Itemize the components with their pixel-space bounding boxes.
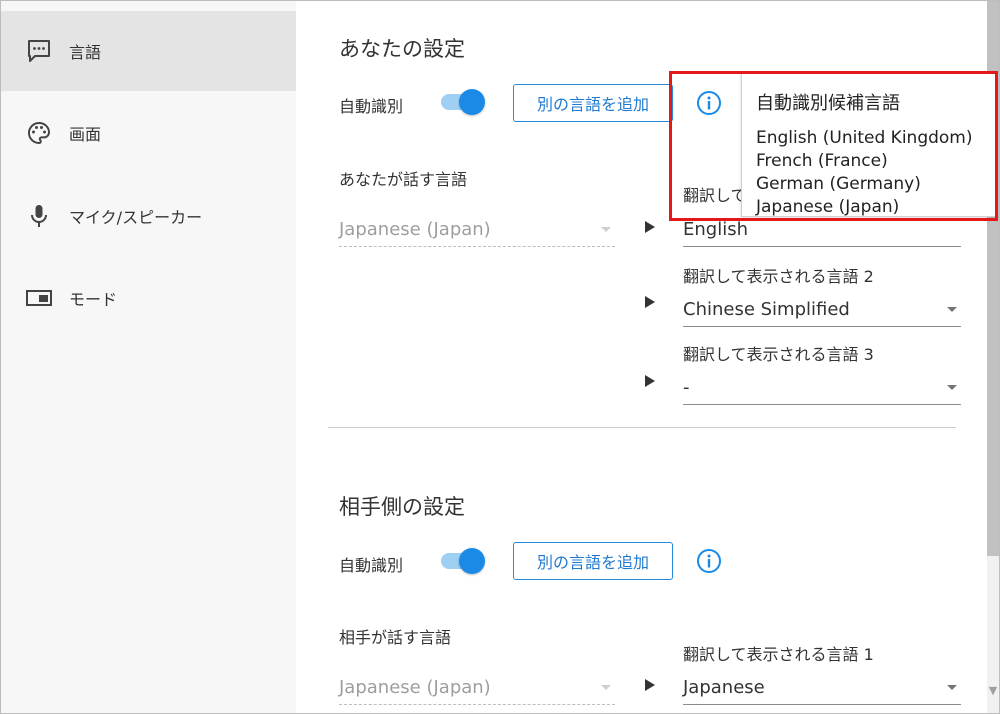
- sidebar-item-label: モード: [69, 290, 118, 309]
- arrow-right-icon: [645, 679, 655, 691]
- speak-language-label: あなたが話す言語: [339, 170, 468, 189]
- sidebar-item-language[interactable]: 言語: [1, 11, 296, 91]
- translation-language-1-label: 翻訳して: [683, 186, 747, 205]
- arrow-right-icon: [645, 296, 655, 308]
- section-divider: [328, 427, 956, 428]
- speak-language-select[interactable]: Japanese (Japan): [339, 213, 615, 247]
- chevron-down-icon: [601, 685, 611, 690]
- toggle-knob: [459, 548, 485, 574]
- arrow-right-icon: [645, 221, 655, 233]
- select-value: Japanese (Japan): [339, 677, 491, 698]
- chevron-down-icon: [947, 685, 957, 690]
- translation-language-3-select[interactable]: -: [683, 371, 961, 405]
- auto-detect-toggle[interactable]: [435, 87, 485, 117]
- app-window: 言語 画面 マイク/スピーカー モード あなたの設定 自動識別 別の言語を追加 …: [0, 0, 1000, 714]
- select-value: -: [683, 377, 690, 398]
- tooltip-language-item: Japanese (Japan): [756, 197, 900, 217]
- toggle-knob: [459, 89, 485, 115]
- partner-auto-detect-toggle[interactable]: [435, 546, 485, 576]
- sidebar-item-label: 言語: [69, 43, 102, 62]
- info-icon[interactable]: [696, 548, 722, 574]
- sidebar-item-mode[interactable]: モード: [1, 258, 296, 338]
- tooltip-title: 自動識別候補言語: [756, 93, 900, 114]
- sidebar-item-label: マイク/スピーカー: [69, 208, 203, 227]
- palette-icon: [25, 119, 53, 147]
- tooltip-language-item: English (United Kingdom): [756, 128, 973, 148]
- chat-bubble-icon: [25, 37, 53, 65]
- sidebar-item-label: 画面: [69, 125, 102, 144]
- auto-detect-label: 自動識別: [339, 556, 404, 575]
- translation-language-2-label: 翻訳して表示される言語 2: [683, 267, 874, 286]
- chevron-down-icon: [947, 307, 957, 312]
- arrow-right-icon: [645, 375, 655, 387]
- tooltip-language-item: German (Germany): [756, 174, 921, 194]
- partner-speak-language-label: 相手が話す言語: [339, 628, 452, 647]
- partner-translation-language-1-select[interactable]: Japanese: [683, 671, 961, 705]
- translation-language-3-label: 翻訳して表示される言語 3: [683, 345, 874, 364]
- add-language-button[interactable]: 別の言語を追加: [513, 84, 673, 122]
- select-value: English: [683, 219, 748, 240]
- your-settings-title: あなたの設定: [339, 37, 465, 61]
- partner-settings-title: 相手側の設定: [339, 495, 465, 519]
- display-mode-icon: [25, 284, 53, 312]
- sidebar-item-display[interactable]: 画面: [1, 93, 296, 173]
- scroll-down-arrow-icon[interactable]: ▼: [987, 679, 999, 703]
- tooltip-language-list: English (United Kingdom) French (France)…: [756, 127, 973, 219]
- auto-detect-label: 自動識別: [339, 97, 404, 116]
- select-value: Japanese: [683, 677, 765, 698]
- partner-speak-language-select[interactable]: Japanese (Japan): [339, 671, 615, 705]
- auto-detect-candidates-tooltip: 自動識別候補言語 English (United Kingdom) French…: [741, 72, 996, 217]
- partner-add-language-button[interactable]: 別の言語を追加: [513, 542, 673, 580]
- chevron-down-icon: [947, 385, 957, 390]
- info-icon[interactable]: [696, 90, 722, 116]
- microphone-icon: [25, 202, 53, 230]
- tooltip-language-item: French (France): [756, 151, 888, 171]
- sidebar-item-mic-speaker[interactable]: マイク/スピーカー: [1, 176, 296, 256]
- chevron-down-icon: [601, 227, 611, 232]
- partner-translation-language-1-label: 翻訳して表示される言語 1: [683, 645, 874, 664]
- select-value: Chinese Simplified: [683, 299, 850, 320]
- sidebar: 言語 画面 マイク/スピーカー モード: [1, 1, 296, 713]
- select-value: Japanese (Japan): [339, 219, 491, 240]
- translation-language-2-select[interactable]: Chinese Simplified: [683, 293, 961, 327]
